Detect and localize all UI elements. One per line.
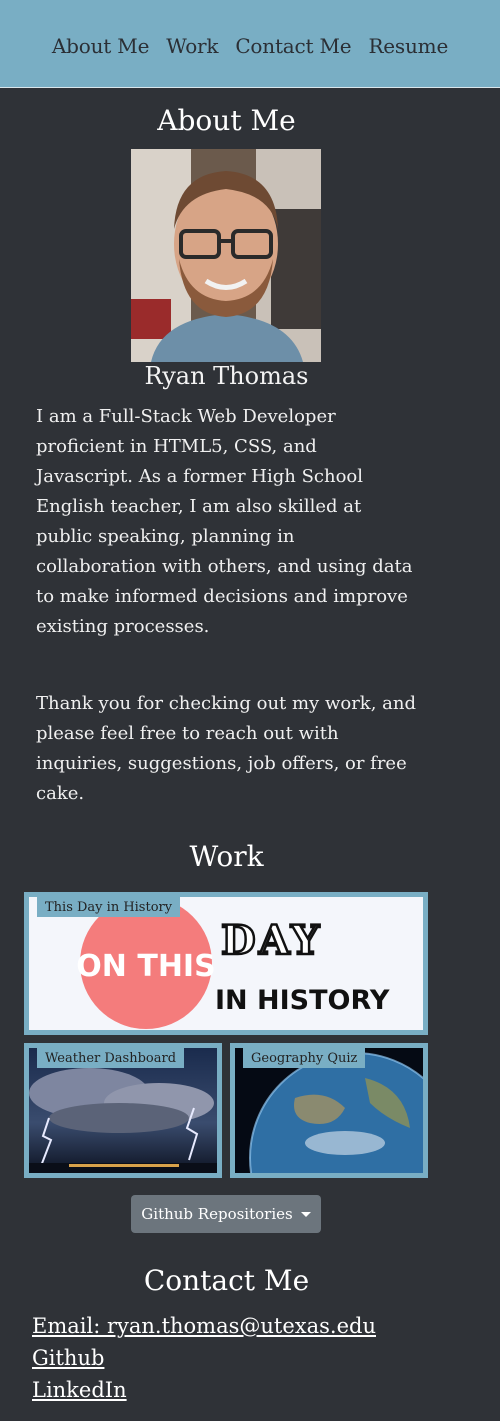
project-card-geography-quiz[interactable]: Geography Quiz — [230, 1043, 428, 1178]
email-link[interactable]: Email: ryan.thomas@utexas.edu — [32, 1310, 376, 1342]
project-label: Weather Dashboard — [37, 1048, 185, 1068]
project-card-this-day-in-history[interactable]: This Day in History ON THIS DAY IN HISTO… — [24, 892, 428, 1035]
bio-paragraph-2: Thank you for checking out my work, and … — [36, 693, 416, 804]
top-nav: About Me Work Contact Me Resume — [0, 0, 500, 88]
github-link[interactable]: Github — [32, 1342, 376, 1374]
linkedin-link[interactable]: LinkedIn — [32, 1374, 376, 1406]
github-repositories-dropdown[interactable]: Github Repositories — [131, 1195, 321, 1233]
logo-on-this: ON THIS — [76, 949, 215, 984]
about-me-heading: About Me — [157, 104, 296, 137]
project-card-weather-dashboard[interactable]: Weather Dashboard — [24, 1043, 222, 1178]
nav-resume[interactable]: Resume — [368, 34, 448, 58]
profile-name: Ryan Thomas — [144, 362, 309, 390]
nav-about-me[interactable]: About Me — [52, 34, 149, 58]
bio-paragraph-1: I am a Full-Stack Web Developer proficie… — [36, 406, 413, 637]
caret-down-icon — [300, 1211, 311, 1217]
project-label: This Day in History — [37, 897, 181, 917]
profile-photo — [131, 149, 321, 362]
dropdown-label: Github Repositories — [141, 1205, 293, 1223]
logo-in-history: IN HISTORY — [215, 985, 390, 1016]
bio-text: I am a Full-Stack Web Developer proficie… — [36, 402, 416, 809]
contact-links: Email: ryan.thomas@utexas.edu Github Lin… — [32, 1310, 376, 1406]
contact-me-heading: Contact Me — [143, 1264, 310, 1297]
work-heading: Work — [189, 840, 264, 873]
project-label: Geography Quiz — [243, 1048, 366, 1068]
nav-contact-me[interactable]: Contact Me — [235, 34, 351, 58]
nav-work[interactable]: Work — [166, 34, 218, 58]
logo-day: DAY — [221, 917, 322, 964]
